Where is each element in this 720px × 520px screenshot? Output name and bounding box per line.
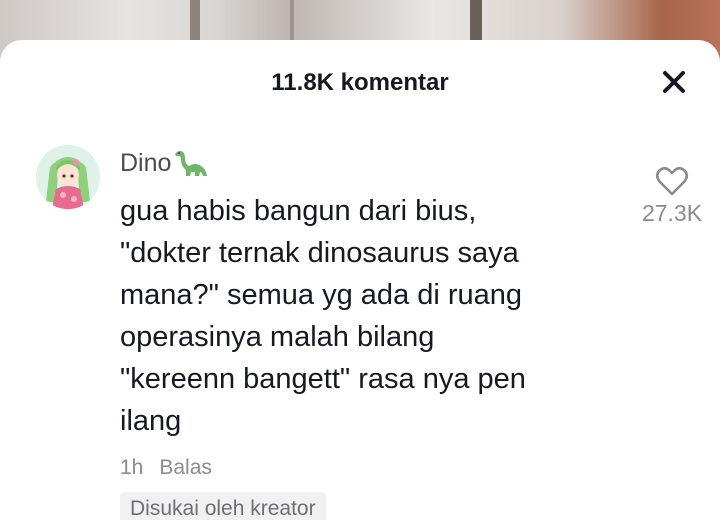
avatar[interactable]	[36, 145, 100, 209]
reply-button[interactable]: Balas	[159, 456, 212, 480]
comment-username[interactable]: Dino	[120, 148, 209, 178]
comment-count-title: 11.8K komentar	[271, 69, 449, 96]
sauropod-dinosaur-icon	[175, 150, 208, 176]
username-text: Dino	[120, 148, 172, 177]
liked-by-creator-badge: Disukai oleh kreator	[120, 492, 326, 520]
comment-text: gua habis bangun dari bius, "dokter tern…	[120, 195, 526, 437]
comments-sheet: 11.8K komentar Dino gua habis bangun dar…	[0, 40, 720, 520]
heart-outline-icon[interactable]	[654, 164, 690, 198]
like-count: 27.3K	[641, 200, 703, 226]
anime-girl-avatar-icon	[36, 145, 100, 209]
comment-meta: 1h Balas	[120, 456, 212, 480]
comment-time: 1h	[120, 456, 144, 479]
close-icon[interactable]	[656, 64, 692, 100]
